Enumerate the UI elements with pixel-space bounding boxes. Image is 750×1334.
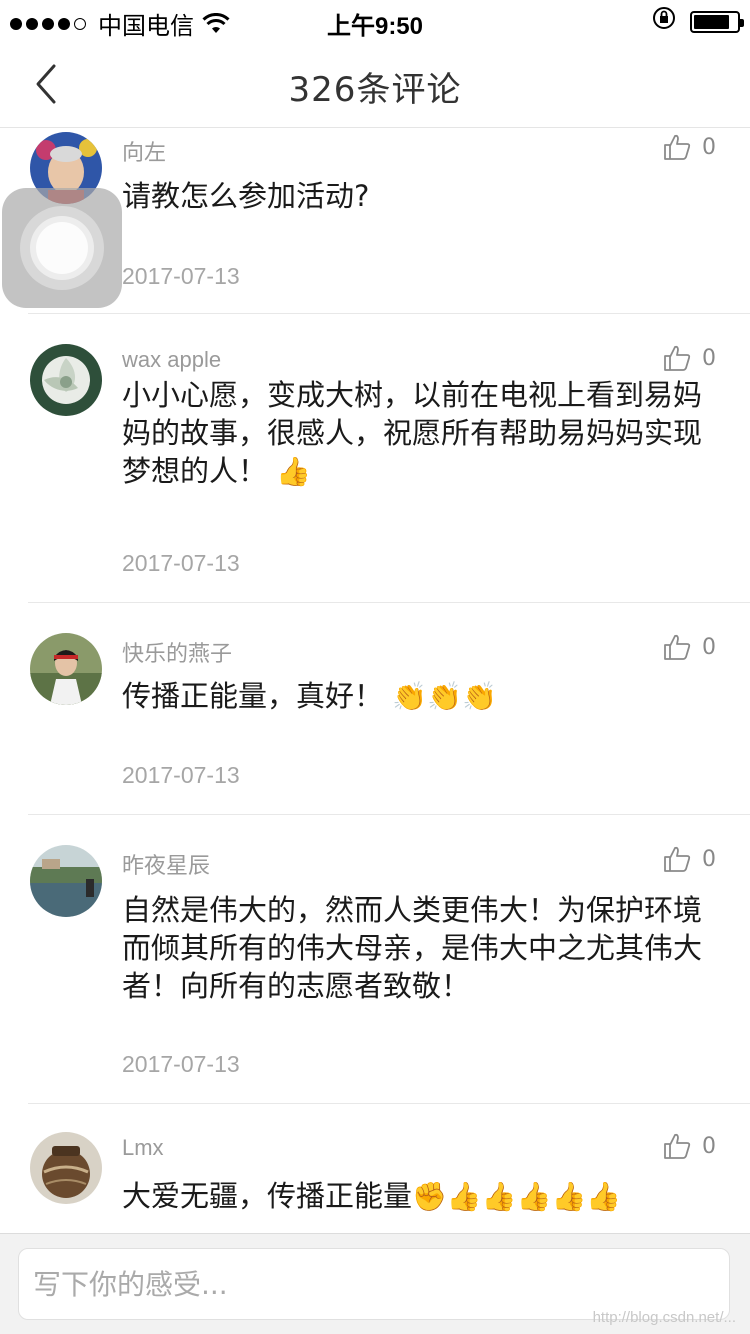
like-button[interactable]: 0 <box>662 343 716 373</box>
thumbs-up-icon <box>664 846 691 872</box>
comment-item: wax apple 0 小小心愿，变成大树，以前在电视上看到易妈妈的故事，很感人… <box>28 314 750 603</box>
comment-emoji: ✊👍👍👍👍👍 <box>412 1180 622 1213</box>
watermark: http://blog.csdn.net/... <box>592 1309 736 1326</box>
comment-item: 昨夜星辰 0 自然是伟大的，然而人类更伟大！为保护环境而倾其所有的伟大母亲，是伟… <box>28 815 750 1104</box>
status-time: 上午9:50 <box>326 13 424 40</box>
avatar[interactable] <box>30 344 102 416</box>
like-button[interactable]: 0 <box>662 1131 716 1161</box>
comment-text-body: 大爱无疆，传播正能量 <box>122 1179 413 1213</box>
status-bar: 中国电信 上午9:50 <box>0 0 750 40</box>
status-right <box>652 6 744 37</box>
comment-author[interactable]: 昨夜星辰 <box>122 848 210 880</box>
like-count: 0 <box>702 1133 716 1159</box>
thumbs-up-icon <box>664 134 691 160</box>
like-button[interactable]: 0 <box>662 844 716 874</box>
avatar[interactable] <box>30 1132 102 1204</box>
comment-item: 快乐的燕子 0 传播正能量，真好！ 👏👏👏 2017-07-13 <box>28 603 750 815</box>
comment-text: 请教怎么参加活动? <box>122 177 712 215</box>
comment-author[interactable]: 快乐的燕子 <box>122 636 232 668</box>
comment-text-body: 传播正能量，真好！ <box>122 679 384 713</box>
comment-text: 自然是伟大的，然而人类更伟大！为保护环境而倾其所有的伟大母亲，是伟大中之尤其伟大… <box>122 891 712 1005</box>
rotation-lock-icon <box>652 6 676 37</box>
assistive-touch-button[interactable] <box>2 188 122 308</box>
battery-icon <box>690 10 744 33</box>
comment-author[interactable]: Lmx <box>122 1135 164 1161</box>
comment-item: Lmx 0 大爱无疆，传播正能量✊👍👍👍👍👍 <box>28 1104 750 1233</box>
like-count: 0 <box>702 134 716 160</box>
page-title: 326条评论 <box>288 70 462 110</box>
avatar[interactable] <box>30 633 102 705</box>
assistive-touch-ring <box>36 222 88 274</box>
comment-author[interactable]: wax apple <box>122 347 221 373</box>
comment-text-body: 请教怎么参加活动? <box>122 179 370 213</box>
like-count: 0 <box>702 846 716 872</box>
thumbs-up-icon <box>664 345 691 371</box>
like-count: 0 <box>702 345 716 371</box>
comment-author[interactable]: 向左 <box>122 135 166 167</box>
nav-bar: 326条评论 <box>0 40 750 128</box>
thumbs-up-icon <box>664 634 691 660</box>
like-button[interactable]: 0 <box>662 132 716 162</box>
comment-emoji: 👏👏👏 <box>392 680 497 713</box>
comment-date: 2017-07-13 <box>122 762 240 788</box>
comment-text: 小小心愿，变成大树，以前在电视上看到易妈妈的故事，很感人，祝愿所有帮助易妈妈实现… <box>122 376 712 491</box>
comment-text-body: 自然是伟大的，然而人类更伟大！为保护环境而倾其所有的伟大母亲，是伟大中之尤其伟大… <box>122 893 703 1003</box>
comment-date: 2017-07-13 <box>122 263 240 289</box>
thumbs-up-icon <box>664 1133 691 1159</box>
comment-input-bar: http://blog.csdn.net/... <box>0 1233 750 1334</box>
comment-text-body: 小小心愿，变成大树，以前在电视上看到易妈妈的故事，很感人，祝愿所有帮助易妈妈实现… <box>122 378 703 488</box>
comment-date: 2017-07-13 <box>122 1051 240 1077</box>
comment-text: 大爱无疆，传播正能量✊👍👍👍👍👍 <box>122 1177 712 1216</box>
comment-emoji: 👍 <box>276 455 312 488</box>
battery-fill <box>694 14 730 29</box>
comment-item: 向左 0 请教怎么参加活动? 2017-07-13 <box>28 129 750 314</box>
avatar[interactable] <box>30 845 102 917</box>
like-button[interactable]: 0 <box>662 632 716 662</box>
comment-date: 2017-07-13 <box>122 550 240 576</box>
like-count: 0 <box>702 634 716 660</box>
comment-text: 传播正能量，真好！ 👏👏👏 <box>122 677 712 716</box>
